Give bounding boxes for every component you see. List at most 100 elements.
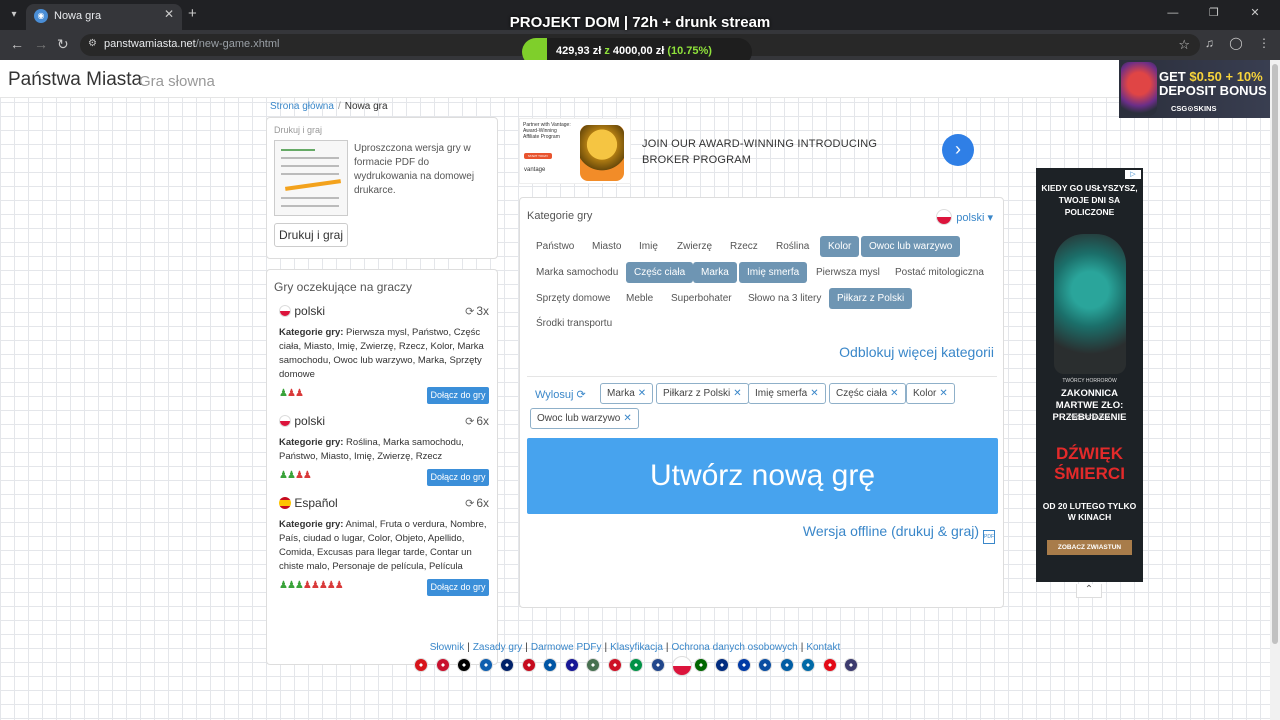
remove-tag-icon[interactable]: ✕ [939, 388, 947, 399]
flag-id-icon[interactable] [607, 658, 622, 672]
remove-tag-icon[interactable]: ✕ [890, 388, 898, 399]
flag-us-icon[interactable] [844, 658, 858, 672]
flag-hu-icon[interactable] [586, 658, 600, 672]
category-chip[interactable]: Marka samochodu [528, 262, 626, 283]
flag-hr-icon[interactable] [564, 658, 579, 672]
flag-ru-icon[interactable] [736, 658, 751, 672]
footer-link-free-pdfs[interactable]: Darmowe PDFy [531, 642, 602, 653]
category-chip[interactable]: Pierwsza mysl [808, 262, 888, 283]
browser-tab-active[interactable]: ◉ Nowa gra ✕ [26, 4, 182, 30]
flag-es-icon[interactable] [521, 658, 536, 672]
flag-pl-icon[interactable] [672, 656, 692, 676]
media-icon[interactable]: ♫ [1205, 36, 1214, 50]
category-chip-selected[interactable]: Piłkarz z Polski [829, 288, 913, 309]
footer-link-contact[interactable]: Kontakt [806, 642, 840, 653]
divider [527, 376, 997, 377]
footer-link-rules[interactable]: Zasady gry [473, 642, 522, 653]
players-indicator: ♟♟♟ [279, 388, 304, 399]
ad-csg-banner[interactable]: GET $0.50 + 10% DEPOSIT BONUS CSG⊙SKINS [1119, 60, 1280, 118]
site-info-icon[interactable]: ⚙ [88, 38, 97, 49]
category-chip[interactable]: Słowo na 3 litery [740, 288, 829, 309]
collapse-ad-icon[interactable]: ⌃ [1076, 584, 1102, 598]
footer-link-dictionary[interactable]: Słownik [430, 642, 464, 653]
category-chip[interactable]: Imię [631, 236, 666, 257]
ad-csg-get: GET [1159, 69, 1190, 84]
selected-category-tag: Piłkarz z Polski ✕ [656, 383, 749, 404]
flag-dk-icon[interactable] [435, 658, 450, 672]
category-chip[interactable]: Zwierzę [669, 236, 720, 257]
page-scrollbar[interactable] [1270, 60, 1280, 720]
join-game-button[interactable]: Dołącz do gry [427, 579, 489, 596]
new-tab-icon[interactable]: + [188, 5, 197, 22]
remove-tag-icon[interactable]: ✕ [810, 388, 818, 399]
create-new-game-button[interactable]: Utwórz nową grę [527, 438, 998, 514]
breadcrumb-home-link[interactable]: Strona główna [270, 101, 334, 112]
flag-cz-icon[interactable] [414, 658, 428, 672]
print-and-play-button[interactable]: Drukuj i graj [274, 223, 348, 247]
site-title[interactable]: Państwa Miasta [8, 69, 142, 91]
unlock-more-categories-link[interactable]: Odblokuj więcej kategorii [839, 344, 994, 360]
scrollbar-thumb[interactable] [1272, 64, 1278, 644]
language-select[interactable]: polski ▾ [936, 209, 993, 225]
category-chip[interactable]: Postać mitologiczna [887, 262, 992, 283]
ad-side-banner[interactable]: ▷ KIEDY GO USŁYSZYSZ, TWOJE DNI SA POLIC… [1036, 168, 1143, 582]
flag-tr-icon[interactable] [822, 658, 837, 672]
category-chip[interactable]: Państwo [528, 236, 582, 257]
tag-label: Kolor [913, 388, 937, 399]
flag-de-icon[interactable] [457, 658, 471, 672]
category-chip[interactable]: Środki transportu [528, 313, 620, 334]
flag-gr-icon[interactable] [478, 658, 493, 672]
category-chip[interactable]: Sprzęty domowe [528, 288, 618, 309]
tab-title: Nowa gra [54, 10, 102, 22]
category-chip-selected[interactable]: Marka [693, 262, 737, 283]
print-preview-image[interactable] [274, 140, 348, 216]
category-chip-selected[interactable]: Częśc ciała [626, 262, 694, 283]
footer-link-privacy[interactable]: Ochrona danych osobowych [672, 642, 798, 653]
tab-search-icon[interactable]: ▾ [5, 6, 23, 24]
profile-icon[interactable]: ◯ [1229, 36, 1242, 50]
back-icon[interactable]: ← [10, 36, 24, 52]
join-game-button[interactable]: Dołącz do gry [427, 387, 489, 404]
chevron-right-icon[interactable]: › [942, 134, 974, 166]
remove-tag-icon[interactable]: ✕ [638, 388, 646, 399]
offline-version-link[interactable]: Wersja offline (drukuj & graj) PDF [803, 523, 995, 544]
category-chip-selected[interactable]: Owoc lub warzywo [861, 236, 961, 257]
category-chip[interactable]: Superbohater [663, 288, 740, 309]
window-close-icon[interactable]: ✕ [1236, 6, 1274, 19]
category-chip-selected[interactable]: Imię smerfa [739, 262, 808, 283]
game-round-count: 6x [476, 496, 489, 510]
remove-tag-icon[interactable]: ✕ [733, 388, 741, 399]
footer-link-ranking[interactable]: Klasyfikacja [610, 642, 663, 653]
flag-sk-icon[interactable] [758, 658, 772, 672]
caret-down-icon: ▾ [987, 212, 993, 224]
waiting-games-card: Gry oczekujące na graczy polski ⟳ 3x Kate… [266, 269, 498, 665]
adchoices-icon[interactable]: ▷ [1125, 170, 1141, 179]
site-header: Państwa Miasta Gra słowna [0, 60, 1270, 98]
flag-gb-icon[interactable] [500, 658, 514, 672]
category-chip-selected[interactable]: Kolor [820, 236, 860, 257]
ad-banner-top[interactable]: Partner with Vantage: Award-Winning Affi… [519, 116, 979, 186]
goal-current: 429,93 zł [556, 45, 602, 57]
forward-icon[interactable]: → [34, 36, 48, 52]
flag-nl-icon[interactable] [650, 658, 665, 672]
flag-pt-icon[interactable] [693, 658, 708, 672]
category-chip[interactable]: Rzecz [722, 236, 766, 257]
flag-si-icon[interactable] [779, 658, 794, 672]
tab-close-icon[interactable]: ✕ [164, 7, 174, 21]
category-chip[interactable]: Miasto [584, 236, 629, 257]
ad-side-trailer-button[interactable]: ZOBACZ ZWIASTUN [1047, 540, 1132, 555]
remove-tag-icon[interactable]: ✕ [623, 413, 631, 424]
flag-ro-icon[interactable] [715, 658, 729, 672]
join-game-button[interactable]: Dołącz do gry [427, 469, 489, 486]
category-chip[interactable]: Roślina [768, 236, 817, 257]
menu-icon[interactable]: ⋮ [1258, 36, 1270, 50]
flag-se-icon[interactable] [801, 658, 815, 672]
minimize-icon[interactable]: — [1154, 7, 1192, 19]
restore-icon[interactable]: ❐ [1195, 6, 1233, 19]
category-chip[interactable]: Meble [618, 288, 661, 309]
bookmark-star-icon[interactable]: ☆ [1178, 37, 1190, 53]
random-draw-link[interactable]: Wylosuj ⟳ [535, 388, 586, 401]
flag-fr-icon[interactable] [543, 658, 557, 672]
flag-it-icon[interactable] [629, 658, 643, 672]
reload-icon[interactable]: ↻ [57, 36, 69, 53]
